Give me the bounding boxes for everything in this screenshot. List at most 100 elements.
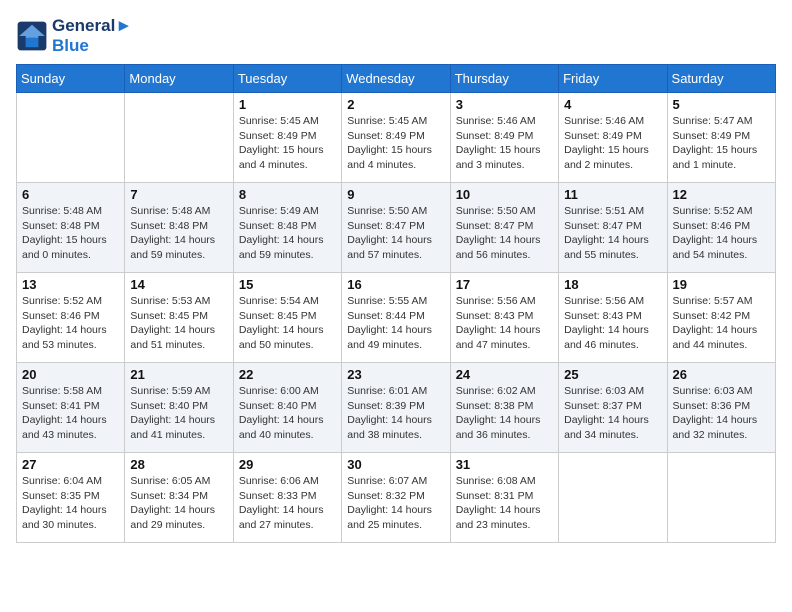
cell-line: Sunset: 8:43 PM xyxy=(564,310,642,322)
cell-content: Sunrise: 5:48 AM Sunset: 8:48 PM Daylight:… xyxy=(130,204,227,263)
page-header: General► Blue xyxy=(16,16,776,56)
cell-line: Sunset: 8:46 PM xyxy=(22,310,100,322)
cell-line: and 55 minutes. xyxy=(564,249,639,261)
cell-line: and 51 minutes. xyxy=(130,339,205,351)
logo-text: General► Blue xyxy=(52,16,132,56)
cell-line: Sunrise: 6:04 AM xyxy=(22,475,102,487)
cell-line: Daylight: 14 hours xyxy=(673,414,758,426)
day-number: 23 xyxy=(347,367,444,382)
cell-line: Sunrise: 6:03 AM xyxy=(673,385,753,397)
cell-line: Daylight: 14 hours xyxy=(130,234,215,246)
cell-line: Sunset: 8:47 PM xyxy=(564,220,642,232)
cell-content: Sunrise: 6:02 AMSunset: 8:38 PMDaylight:… xyxy=(456,384,553,443)
calendar-cell: 21Sunrise: 5:59 AMSunset: 8:40 PMDayligh… xyxy=(125,363,233,453)
cell-line: Sunrise: 6:07 AM xyxy=(347,475,427,487)
cell-line: Sunset: 8:45 PM xyxy=(130,310,208,322)
day-number: 29 xyxy=(239,457,336,472)
calendar-cell: 8Sunrise: 5:49 AMSunset: 8:48 PMDaylight… xyxy=(233,183,341,273)
day-number: 2 xyxy=(347,97,444,112)
cell-line: Sunset: 8:48 PM xyxy=(130,220,208,232)
calendar-cell: 24 Sunrise: 6:02 AMSunset: 8:38 PMDayligh… xyxy=(450,363,558,453)
cell-line: Sunrise: 5:46 AM xyxy=(456,115,536,127)
cell-line: Sunrise: 5:52 AM xyxy=(673,205,753,217)
cell-line: Daylight: 14 hours xyxy=(347,324,432,336)
calendar-day-header: Sunday xyxy=(17,65,125,93)
day-number: 26 xyxy=(673,367,770,382)
cell-line: and 56 minutes. xyxy=(456,249,531,261)
calendar-cell: 19 Sunrise: 5:57 AMSunset: 8:42 PMDayligh… xyxy=(667,273,775,363)
cell-content: Sunrise: 5:45 AMSunset: 8:49 PMDaylight:… xyxy=(347,114,444,173)
cell-line: and 3 minutes. xyxy=(456,159,525,171)
cell-content: Sunrise: 5:46 AMSunset: 8:49 PMDaylight:… xyxy=(564,114,661,173)
cell-line: Sunrise: 5:48 AM xyxy=(130,205,210,217)
calendar-week-row: 6Sunrise: 5:48 AMSunset: 8:48 PMDaylight… xyxy=(17,183,776,273)
cell-line: and 41 minutes. xyxy=(130,429,205,441)
cell-line: and 54 minutes. xyxy=(673,249,748,261)
cell-line: Sunrise: 5:56 AM xyxy=(564,295,644,307)
cell-line: Daylight: 14 hours xyxy=(347,504,432,516)
cell-content: Sunrise: 5:56 AMSunset: 8:43 PMDaylight:… xyxy=(456,294,553,353)
cell-line: Sunset: 8:46 PM xyxy=(673,220,751,232)
cell-line: Sunset: 8:49 PM xyxy=(456,130,534,142)
cell-content: Sunrise: 6:03 AMSunset: 8:37 PMDaylight:… xyxy=(564,384,661,443)
cell-line: Daylight: 14 hours xyxy=(347,234,432,246)
cell-line: Daylight: 14 hours xyxy=(456,414,541,426)
calendar-cell: 26 Sunrise: 6:03 AMSunset: 8:36 PMDayligh… xyxy=(667,363,775,453)
calendar-day-header: Monday xyxy=(125,65,233,93)
day-number: 18 xyxy=(564,277,661,292)
cell-content: Sunrise: 5:57 AMSunset: 8:42 PMDaylight:… xyxy=(673,294,770,353)
cell-line: Sunset: 8:40 PM xyxy=(239,400,317,412)
cell-line: Daylight: 14 hours xyxy=(564,324,649,336)
calendar-cell: 20Sunrise: 5:58 AMSunset: 8:41 PMDayligh… xyxy=(17,363,125,453)
day-number: 4 xyxy=(564,97,661,112)
cell-line: Sunset: 8:35 PM xyxy=(22,490,100,502)
calendar-cell: 16Sunrise: 5:55 AMSunset: 8:44 PMDayligh… xyxy=(342,273,450,363)
cell-line: Daylight: 14 hours xyxy=(456,504,541,516)
calendar-day-header: Friday xyxy=(559,65,667,93)
day-number: 1 xyxy=(239,97,336,112)
cell-line: and 49 minutes. xyxy=(347,339,422,351)
cell-line: Daylight: 15 hours xyxy=(239,144,324,156)
cell-line: Sunrise: 5:54 AM xyxy=(239,295,319,307)
cell-line: and 53 minutes. xyxy=(22,339,97,351)
cell-line: Sunrise: 6:02 AM xyxy=(456,385,536,397)
day-number: 19 xyxy=(673,277,770,292)
cell-line: Sunset: 8:31 PM xyxy=(456,490,534,502)
cell-line: Sunrise: 5:49 AM xyxy=(239,205,319,217)
cell-content: Sunrise: 5:59 AMSunset: 8:40 PMDaylight:… xyxy=(130,384,227,443)
day-number: 7 xyxy=(130,187,227,202)
calendar-cell: 10Sunrise: 5:50 AMSunset: 8:47 PMDayligh… xyxy=(450,183,558,273)
calendar-cell: 9Sunrise: 5:50 AMSunset: 8:47 PMDaylight… xyxy=(342,183,450,273)
cell-line: and 1 minute. xyxy=(673,159,737,171)
cell-line: and 30 minutes. xyxy=(22,519,97,531)
calendar-cell: 3Sunrise: 5:46 AMSunset: 8:49 PMDaylight… xyxy=(450,93,558,183)
cell-line: and 44 minutes. xyxy=(673,339,748,351)
cell-line: and 4 minutes. xyxy=(347,159,416,171)
cell-line: Daylight: 14 hours xyxy=(673,324,758,336)
cell-line: Sunrise: 5:51 AM xyxy=(564,205,644,217)
calendar-cell: 1Sunrise: 5:45 AMSunset: 8:49 PMDaylight… xyxy=(233,93,341,183)
cell-line: and 59 minutes. xyxy=(239,249,314,261)
cell-line: and 50 minutes. xyxy=(239,339,314,351)
cell-content: Sunrise: 5:52 AMSunset: 8:46 PMDaylight:… xyxy=(22,294,119,353)
cell-line: Daylight: 14 hours xyxy=(22,414,107,426)
day-number: 17 xyxy=(456,277,553,292)
cell-line: Sunrise: 6:01 AM xyxy=(347,385,427,397)
day-number: 9 xyxy=(347,187,444,202)
calendar-cell: 23Sunrise: 6:01 AMSunset: 8:39 PMDayligh… xyxy=(342,363,450,453)
calendar-cell: 15Sunrise: 5:54 AMSunset: 8:45 PMDayligh… xyxy=(233,273,341,363)
cell-content: Sunrise: 6:04 AMSunset: 8:35 PMDaylight:… xyxy=(22,474,119,533)
cell-content: Sunrise: 6:03 AMSunset: 8:36 PMDaylight:… xyxy=(673,384,770,443)
cell-content: Sunrise: 6:05 AMSunset: 8:34 PMDaylight:… xyxy=(130,474,227,533)
day-number: 24 xyxy=(456,367,553,382)
cell-line: and 2 minutes. xyxy=(564,159,633,171)
cell-line: and 23 minutes. xyxy=(456,519,531,531)
cell-line: Daylight: 14 hours xyxy=(130,414,215,426)
cell-line: Daylight: 14 hours xyxy=(239,324,324,336)
cell-content: Sunrise: 5:49 AMSunset: 8:48 PMDaylight:… xyxy=(239,204,336,263)
cell-line: Daylight: 15 hours xyxy=(456,144,541,156)
calendar-cell: 29Sunrise: 6:06 AMSunset: 8:33 PMDayligh… xyxy=(233,453,341,543)
cell-line: Sunset: 8:41 PM xyxy=(22,400,100,412)
cell-line: Sunrise: 5:47 AM xyxy=(673,115,753,127)
calendar-cell: 25Sunrise: 6:03 AMSunset: 8:37 PMDayligh… xyxy=(559,363,667,453)
